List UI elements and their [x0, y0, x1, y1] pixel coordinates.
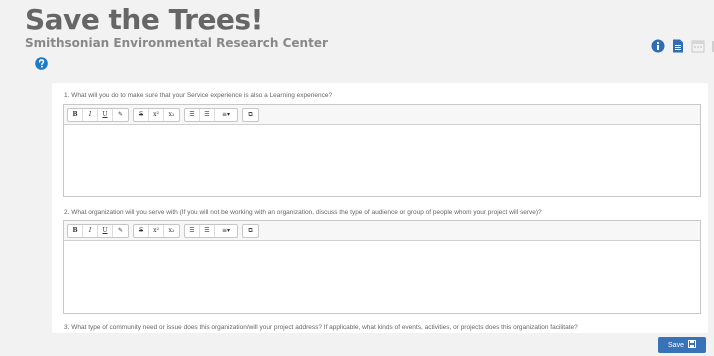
question-1-textarea[interactable]: [64, 125, 700, 196]
header: Save the Trees! Smithsonian Environmenta…: [0, 0, 714, 80]
format-group: B I U ✎: [67, 223, 129, 238]
underline-button[interactable]: U: [98, 108, 113, 121]
bold-button[interactable]: B: [68, 224, 83, 237]
question-2-textarea[interactable]: [64, 241, 700, 313]
link-button[interactable]: ⧉: [243, 109, 258, 121]
page: Save the Trees! Smithsonian Environmenta…: [0, 0, 714, 356]
ordered-list-button[interactable]: ☰: [200, 108, 215, 121]
script-group: S x² x₂: [133, 223, 180, 238]
question-2-editor: B I U ✎ S x² x₂ ☰ ☰ ≡▾ ⧉: [63, 220, 701, 314]
editor-toolbar: B I U ✎ S x² x₂ ☰ ☰ ≡▾ ⧉: [64, 105, 700, 125]
superscript-button[interactable]: x²: [149, 224, 164, 237]
eraser-button[interactable]: ✎: [113, 109, 128, 121]
unordered-list-button[interactable]: ☰: [185, 224, 200, 237]
floppy-disk-icon: [687, 340, 696, 350]
document-icon[interactable]: [671, 39, 685, 53]
link-group: ⧉: [242, 223, 259, 238]
question-3-label: 3. What type of community need or issue …: [64, 324, 578, 331]
underline-button[interactable]: U: [98, 224, 113, 237]
subscript-button[interactable]: x₂: [164, 225, 179, 237]
italic-button[interactable]: I: [83, 224, 98, 237]
editor-toolbar: B I U ✎ S x² x₂ ☰ ☰ ≡▾ ⧉: [64, 221, 700, 241]
list-group: ☰ ☰ ≡▾: [184, 107, 238, 122]
info-icon[interactable]: [651, 39, 665, 53]
page-title: Save the Trees!: [25, 3, 263, 36]
italic-button[interactable]: I: [83, 108, 98, 121]
form-card: 1. What will you do to make sure that yo…: [52, 83, 708, 333]
link-group: ⧉: [242, 107, 259, 122]
subscript-button[interactable]: x₂: [164, 109, 179, 121]
strikethrough-button[interactable]: S: [134, 224, 149, 237]
calendar-icon[interactable]: [691, 39, 705, 53]
question-icon[interactable]: [35, 57, 48, 70]
footer-bar: Save: [0, 333, 714, 356]
link-button[interactable]: ⧉: [243, 225, 258, 237]
superscript-button[interactable]: x²: [149, 108, 164, 121]
eraser-button[interactable]: ✎: [113, 225, 128, 237]
page-subtitle: Smithsonian Environmental Research Cente…: [25, 36, 328, 50]
save-label: Save: [668, 341, 684, 349]
align-dropdown[interactable]: ≡▾: [215, 225, 237, 237]
format-group: B I U ✎: [67, 107, 129, 122]
list-group: ☰ ☰ ≡▾: [184, 223, 238, 238]
question-1-label: 1. What will you do to make sure that yo…: [64, 92, 333, 99]
header-icons: [651, 38, 714, 54]
unordered-list-button[interactable]: ☰: [185, 108, 200, 121]
bold-button[interactable]: B: [68, 108, 83, 121]
save-button[interactable]: Save: [658, 337, 706, 353]
ordered-list-button[interactable]: ☰: [200, 224, 215, 237]
strikethrough-button[interactable]: S: [134, 108, 149, 121]
question-1-editor: B I U ✎ S x² x₂ ☰ ☰ ≡▾ ⧉: [63, 104, 701, 197]
question-2-label: 2. What organization will you serve with…: [64, 209, 542, 216]
script-group: S x² x₂: [133, 107, 180, 122]
align-dropdown[interactable]: ≡▾: [215, 109, 237, 121]
